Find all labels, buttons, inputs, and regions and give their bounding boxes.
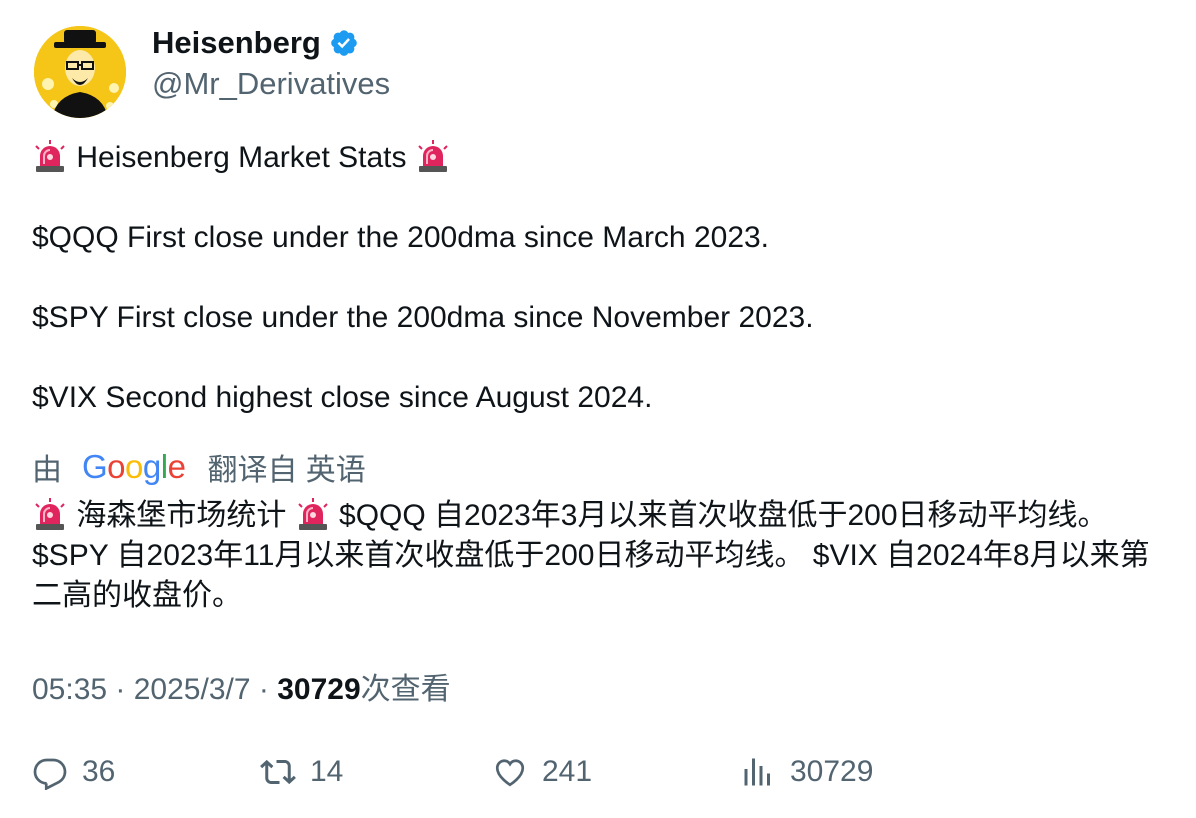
tweet-time[interactable]: 05:35 bbox=[32, 673, 107, 706]
tweet-line-vix: $VIX Second highest close since August 2… bbox=[32, 381, 653, 414]
translation-attribution[interactable]: 由 Google 翻译自 英语 bbox=[32, 447, 366, 487]
views-count: 30729 bbox=[277, 673, 361, 706]
siren-emoji-icon bbox=[32, 496, 68, 532]
reply-button[interactable]: 36 bbox=[32, 750, 115, 794]
tweet-title: Heisenberg Market Stats bbox=[76, 141, 407, 174]
meta-separator: · bbox=[107, 673, 134, 706]
tweet-date[interactable]: 2025/3/7 bbox=[134, 673, 251, 706]
translated-title: 海森堡市场统计 bbox=[76, 499, 287, 532]
views-action-count: 30729 bbox=[790, 755, 874, 788]
reply-count: 36 bbox=[82, 755, 116, 788]
name-row: Heisenberg bbox=[152, 25, 390, 61]
siren-emoji-icon bbox=[415, 138, 451, 174]
action-bar: 36 14 241 30729 bbox=[0, 750, 1196, 794]
translation-suffix: 翻译自 英语 bbox=[207, 454, 366, 487]
meta-separator: · bbox=[250, 673, 278, 706]
author-names: Heisenberg @Mr_Derivatives bbox=[152, 25, 390, 102]
google-logo: Google bbox=[82, 448, 186, 485]
heart-icon bbox=[495, 759, 525, 787]
tweet-line-qqq: $QQQ First close under the 200dma since … bbox=[32, 221, 770, 254]
tweet-title-line: Heisenberg Market Stats bbox=[32, 138, 1172, 178]
siren-emoji-icon bbox=[295, 496, 331, 532]
translation-prefix: 由 bbox=[32, 454, 62, 487]
display-name[interactable]: Heisenberg bbox=[152, 25, 321, 61]
tweet-text: Heisenberg Market Stats $QQQ First close… bbox=[32, 138, 1172, 418]
analytics-icon bbox=[744, 758, 770, 786]
translated-text: 海森堡市场统计 $QQQ 自2023年3月以来首次收盘低于200日移动平均线。 … bbox=[32, 496, 1168, 616]
siren-emoji-icon bbox=[32, 138, 68, 174]
tweet-line-spy: $SPY First close under the 200dma since … bbox=[32, 301, 814, 334]
tweet-header: Heisenberg @Mr_Derivatives bbox=[34, 25, 390, 118]
views-button[interactable]: 30729 bbox=[740, 750, 873, 794]
reply-icon bbox=[33, 758, 67, 790]
avatar[interactable] bbox=[34, 26, 126, 118]
author-handle[interactable]: @Mr_Derivatives bbox=[152, 66, 390, 102]
retweet-count: 14 bbox=[310, 755, 344, 788]
heisenberg-avatar-icon bbox=[34, 26, 126, 118]
verified-badge-icon bbox=[329, 28, 359, 58]
views-label: 次查看 bbox=[360, 673, 451, 706]
tweet-meta: 05:35 · 2025/3/7 · 30729次查看 bbox=[32, 664, 451, 708]
like-button[interactable]: 241 bbox=[492, 750, 592, 794]
retweet-button[interactable]: 14 bbox=[260, 750, 343, 794]
retweet-icon bbox=[260, 759, 296, 785]
like-count: 241 bbox=[542, 755, 593, 788]
